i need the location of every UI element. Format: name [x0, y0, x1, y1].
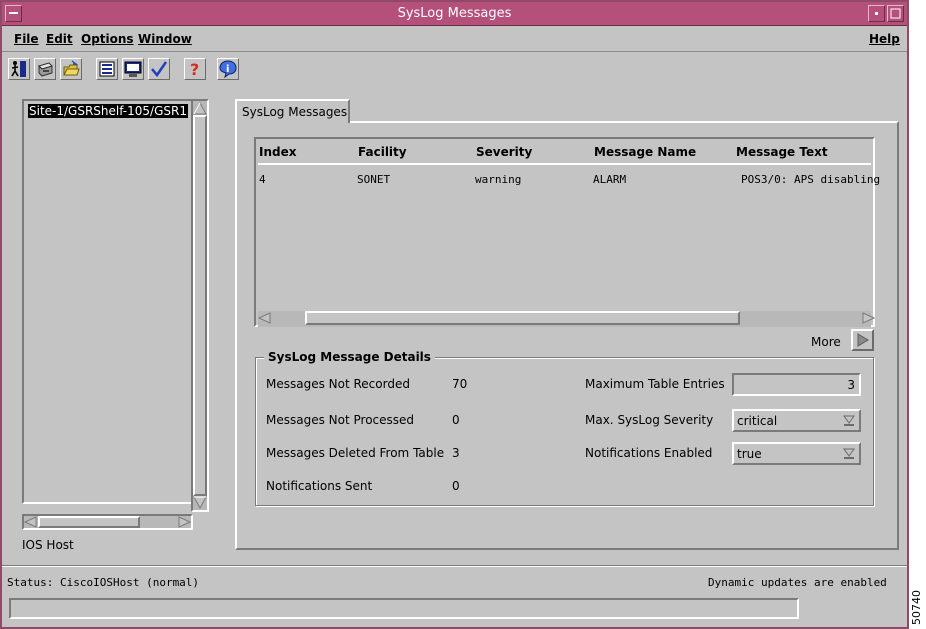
exit-icon	[11, 61, 26, 77]
table-horizontal-scrollbar[interactable]	[258, 311, 875, 327]
more-button[interactable]	[851, 329, 874, 351]
notifications-enabled-select[interactable]: true	[732, 442, 861, 465]
menu-window[interactable]: Window	[138, 32, 192, 46]
details-group-title: SysLog Message Details	[264, 350, 435, 364]
notifications-enabled-label: Notifications Enabled	[585, 446, 713, 460]
play-arrow-icon	[857, 333, 869, 347]
column-header-severity[interactable]: Severity	[476, 145, 532, 159]
table-body: 4 SONET warning ALARM POS3/0: APS disabl…	[258, 166, 880, 310]
minimize-button[interactable]	[868, 5, 885, 22]
cell-message-text: POS3/0: APS disabling	[741, 173, 881, 186]
notifications-sent-label: Notifications Sent	[266, 479, 373, 493]
max-entries-input[interactable]: 3	[732, 373, 861, 396]
scroll-down-icon[interactable]	[193, 496, 207, 510]
window-title: SysLog Messages	[397, 6, 512, 21]
column-header-facility[interactable]: Facility	[358, 145, 407, 159]
tree-footer-label: IOS Host	[22, 538, 74, 552]
open-button[interactable]	[60, 58, 82, 80]
cell-facility: SONET	[357, 173, 391, 186]
maximize-icon	[890, 8, 901, 19]
question-icon: ?	[190, 60, 199, 78]
list-view-button[interactable]	[96, 58, 118, 80]
deleted-value: 3	[452, 446, 460, 460]
messages-table: Index Facility Severity Message Name Mes…	[254, 137, 880, 327]
menu-edit[interactable]: Edit	[46, 32, 73, 46]
notifications-sent-value: 0	[452, 479, 460, 493]
table-header: Index Facility Severity Message Name Mes…	[258, 141, 871, 165]
cell-message-name: ALARM	[593, 173, 627, 186]
tree-panel[interactable]: Site-1/GSRShelf-105/GSR1	[22, 99, 193, 504]
max-entries-label: Maximum Table Entries	[585, 377, 725, 391]
not-recorded-label: Messages Not Recorded	[266, 377, 410, 391]
menu-help[interactable]: Help	[869, 32, 900, 46]
notifications-enabled-value: true	[737, 447, 762, 461]
open-folder-icon	[63, 60, 80, 76]
info-button[interactable]: i	[217, 58, 239, 80]
title-bar[interactable]: SysLog Messages	[2, 2, 907, 26]
table-scroll-left-icon[interactable]	[258, 311, 271, 325]
monitor-icon	[124, 61, 142, 77]
not-recorded-value: 70	[452, 377, 468, 391]
scroll-left-icon[interactable]	[24, 516, 37, 528]
dropdown-arrow-icon	[843, 448, 855, 459]
column-header-index[interactable]: Index	[259, 145, 296, 159]
toolbar: ? i	[2, 53, 907, 87]
menu-options[interactable]: Options	[81, 32, 134, 46]
status-separator	[2, 565, 907, 567]
menu-file[interactable]: File	[14, 32, 39, 46]
dropdown-arrow-icon	[843, 415, 855, 426]
list-icon	[99, 61, 115, 77]
checkmark-icon	[151, 61, 168, 78]
print-icon	[38, 62, 53, 77]
menu-bar: File Edit Options Window Help	[2, 27, 907, 52]
not-processed-label: Messages Not Processed	[266, 413, 415, 427]
application-window: SysLog Messages File Edit Options Window…	[0, 0, 909, 629]
column-header-message-text[interactable]: Message Text	[736, 145, 828, 159]
table-row[interactable]: 4 SONET warning ALARM POS3/0: APS disabl…	[258, 166, 880, 190]
tab-syslog-messages[interactable]: SysLog Messages	[235, 99, 350, 123]
tree-vertical-scrollbar[interactable]	[191, 99, 209, 512]
help-button[interactable]: ?	[184, 58, 206, 80]
exit-button[interactable]	[8, 58, 30, 80]
status-text: Status: CiscoIOSHost (normal)	[7, 576, 200, 589]
minimize-icon	[875, 12, 878, 15]
scroll-up-icon[interactable]	[193, 101, 207, 115]
verify-button[interactable]	[148, 58, 170, 80]
more-label: More	[811, 335, 841, 349]
tree-horizontal-scroll-thumb[interactable]	[38, 516, 140, 528]
table-scroll-right-icon[interactable]	[862, 311, 875, 325]
figure-number: 50740	[910, 590, 923, 626]
tree-node-selected[interactable]: Site-1/GSRShelf-105/GSR1	[28, 104, 188, 118]
max-severity-label: Max. SysLog Severity	[585, 413, 714, 427]
max-severity-select[interactable]: critical	[732, 409, 861, 432]
info-icon: i	[219, 60, 237, 78]
max-severity-value: critical	[737, 414, 778, 428]
cell-severity: warning	[475, 173, 522, 186]
svg-text:i: i	[226, 64, 229, 75]
column-header-message-name[interactable]: Message Name	[594, 145, 696, 159]
print-button[interactable]	[34, 58, 56, 80]
svg-text:?: ?	[190, 60, 199, 78]
scroll-right-icon[interactable]	[178, 516, 191, 528]
dynamic-updates-text: Dynamic updates are enabled	[708, 576, 887, 589]
not-processed-value: 0	[452, 413, 460, 427]
tree-horizontal-scrollbar[interactable]	[22, 514, 193, 530]
maximize-button[interactable]	[887, 5, 904, 22]
tree-vertical-scroll-thumb[interactable]	[193, 115, 207, 496]
cell-index: 4	[259, 173, 266, 186]
deleted-label: Messages Deleted From Table	[266, 446, 445, 460]
table-horizontal-scroll-thumb[interactable]	[305, 311, 740, 325]
status-message-field	[9, 598, 799, 619]
monitor-button[interactable]	[122, 58, 144, 80]
